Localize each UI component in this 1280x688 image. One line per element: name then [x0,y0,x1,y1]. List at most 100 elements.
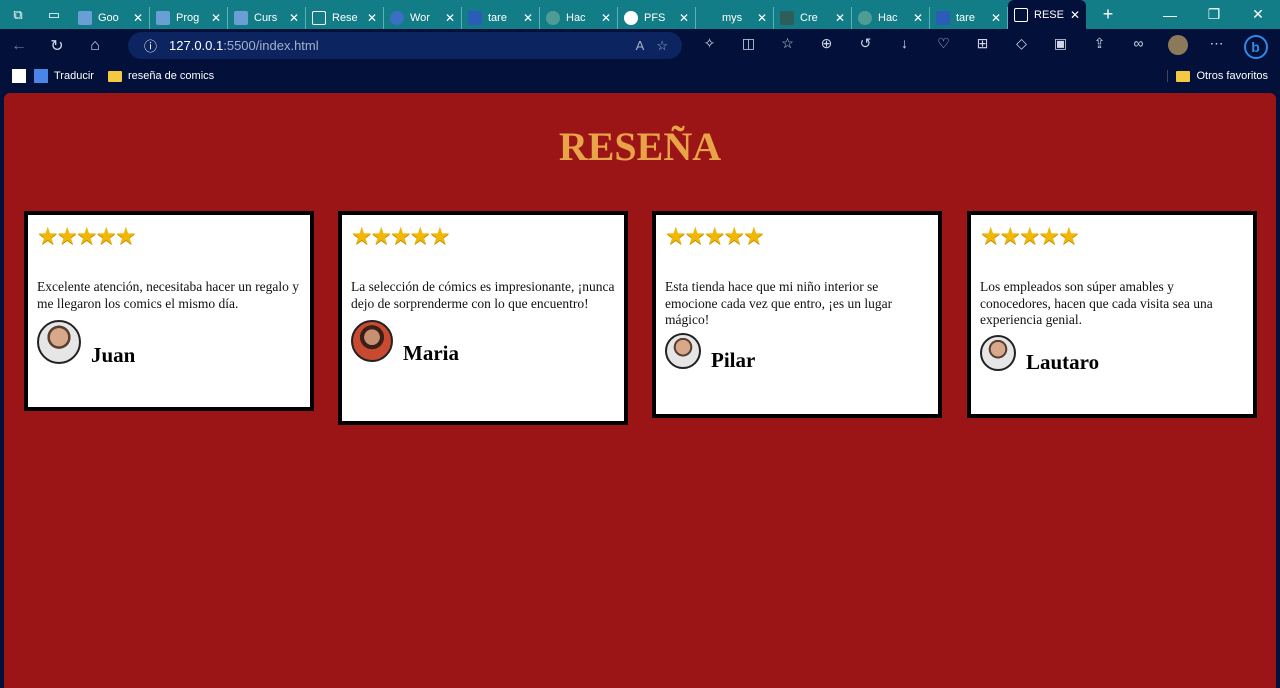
review-card: ★★★★★ Los empleados son súper amables y … [967,211,1257,418]
home-icon[interactable]: ⌂ [76,37,114,55]
close-window-button[interactable]: ✕ [1236,6,1280,23]
profile-avatar[interactable] [1158,35,1197,59]
bookmark-label: Traducir [54,69,94,82]
close-tab-icon[interactable]: ✕ [133,11,143,25]
close-tab-icon[interactable]: ✕ [289,11,299,25]
star-rating: ★★★★★ [351,223,451,250]
new-tab-button[interactable]: + [1086,4,1130,25]
tab-label: tare [956,12,975,24]
read-aloud-icon[interactable]: A [636,38,645,53]
refresh-icon[interactable]: ↻ [38,36,76,56]
downloads-icon[interactable]: ↓ [885,35,924,59]
review-card: ★★★★★ Esta tienda hace que mi niño inter… [652,211,942,418]
word-icon [468,11,482,25]
minimize-button[interactable]: — [1148,7,1192,23]
reviewer: Maria [351,320,615,365]
page-icon [312,11,326,25]
star-rating: ★★★★★ [37,223,137,250]
workspace-icon[interactable]: ∞ [1119,35,1158,59]
split-screen-icon[interactable]: ◫ [729,35,768,59]
tab-label: Hac [566,12,586,24]
tab-label: mys [722,12,743,24]
tab-favicon [702,11,716,25]
address-bar[interactable]: ⓘ 127.0.0.1:5500/index.html A ☆ [128,32,682,59]
bookmark-traducir[interactable]: Traducir [34,69,94,83]
workspaces-icon[interactable]: ⧉ [0,0,36,29]
more-icon[interactable]: ⋯ [1197,35,1236,59]
tab-label: Cre [800,12,818,24]
close-tab-icon[interactable]: ✕ [601,11,611,25]
tab-favicon [78,11,92,25]
review-text: Los empleados son súper amables y conoce… [980,279,1213,327]
history-icon[interactable]: ↺ [846,35,885,59]
tab-label: Goo [98,12,119,24]
collections-icon[interactable]: ⊕ [807,35,846,59]
tab-label: Curs [254,12,278,24]
browser-tab[interactable]: Wor ✕ [384,7,462,29]
reviewer-name: Lautaro [1026,349,1100,374]
close-tab-icon[interactable]: ✕ [523,11,533,25]
reviewer: Pilar [665,332,929,372]
browser-essentials-icon[interactable]: ◇ [1002,35,1041,59]
browser-tab[interactable]: tare ✕ [462,7,540,29]
close-tab-icon[interactable]: ✕ [211,11,221,25]
browser-tab[interactable]: Rese ✕ [306,7,384,29]
close-tab-icon[interactable]: ✕ [913,11,923,25]
reviewer-name: Maria [403,341,459,365]
close-tab-icon[interactable]: ✕ [757,11,767,25]
review-card: ★★★★★ Excelente atención, necesitaba hac… [24,211,314,411]
browser-tab[interactable]: Cre ✕ [774,7,852,29]
google-translate-icon [34,69,48,83]
reviewer: Lautaro [980,334,1244,374]
info-icon[interactable]: ⓘ [144,36,157,55]
browser-tab[interactable]: Goo ✕ [72,7,150,29]
active-tab[interactable]: RESE ✕ [1008,0,1086,29]
close-tab-icon[interactable]: ✕ [367,11,377,25]
browser-tab[interactable]: Curs ✕ [228,7,306,29]
close-tab-icon[interactable]: ✕ [679,11,689,25]
browser-tab[interactable]: PFS ✕ [618,7,696,29]
close-tab-icon[interactable]: ✕ [835,11,845,25]
review-text: Excelente atención, necesitaba hacer un … [37,279,299,311]
star-rating: ★★★★★ [665,223,765,250]
ispc-icon[interactable] [12,69,26,83]
close-tab-icon[interactable]: ✕ [1070,8,1080,22]
extensions-icon[interactable]: ✧ [690,35,729,59]
favorite-star-icon[interactable]: ☆ [656,38,668,54]
reviewer-name: Pilar [711,347,756,372]
reading-icon[interactable]: ▣ [1041,35,1080,59]
page-content: RESEÑA ★★★★★ Excelente atención, necesit… [4,93,1276,688]
browser-tab[interactable]: tare ✕ [930,7,1008,29]
bing-icon[interactable]: b [1236,35,1275,59]
bookmarks-bar: Traducir reseña de comics Otros favorito… [0,62,1280,90]
tab-favicon [780,11,794,25]
browser-tab[interactable]: Prog ✕ [150,7,228,29]
restore-button[interactable]: ❐ [1192,6,1236,23]
tab-favicon [156,11,170,25]
reviewer: Juan [37,320,301,367]
chatgpt-icon [858,11,872,25]
health-icon[interactable]: ♡ [924,35,963,59]
avatar [351,320,393,362]
avatar [37,320,81,364]
url-path: :5500/index.html [223,38,319,53]
tab-bar: ⧉ ▭ Goo ✕ Prog ✕ Curs ✕ Rese ✕ Wor ✕ tare ✕ Ha… [0,0,1280,29]
other-favorites[interactable]: Otros favoritos [1167,70,1268,82]
other-favorites-label: Otros favoritos [1196,70,1268,82]
browser-tab[interactable]: Hac ✕ [852,7,930,29]
tab-actions-icon[interactable]: ▭ [36,0,72,29]
avatar [980,334,1016,371]
bookmark-resena-de-comics[interactable]: reseña de comics [107,70,214,82]
browser-tab[interactable]: Hac ✕ [540,7,618,29]
share-icon[interactable]: ⇪ [1080,35,1119,59]
back-icon[interactable]: ← [0,37,38,55]
navigation-bar: ← ↻ ⌂ ⓘ 127.0.0.1:5500/index.html A ☆ ✧ … [0,29,1280,62]
apps-icon[interactable]: ⊞ [963,35,1002,59]
close-tab-icon[interactable]: ✕ [445,11,455,25]
favorites-icon[interactable]: ☆ [768,35,807,59]
close-tab-icon[interactable]: ✕ [991,11,1001,25]
browser-tab[interactable]: mys ✕ [696,7,774,29]
tab-label: PFS [644,12,666,24]
page-icon [1014,7,1028,22]
reviewer-name: Juan [91,343,136,367]
